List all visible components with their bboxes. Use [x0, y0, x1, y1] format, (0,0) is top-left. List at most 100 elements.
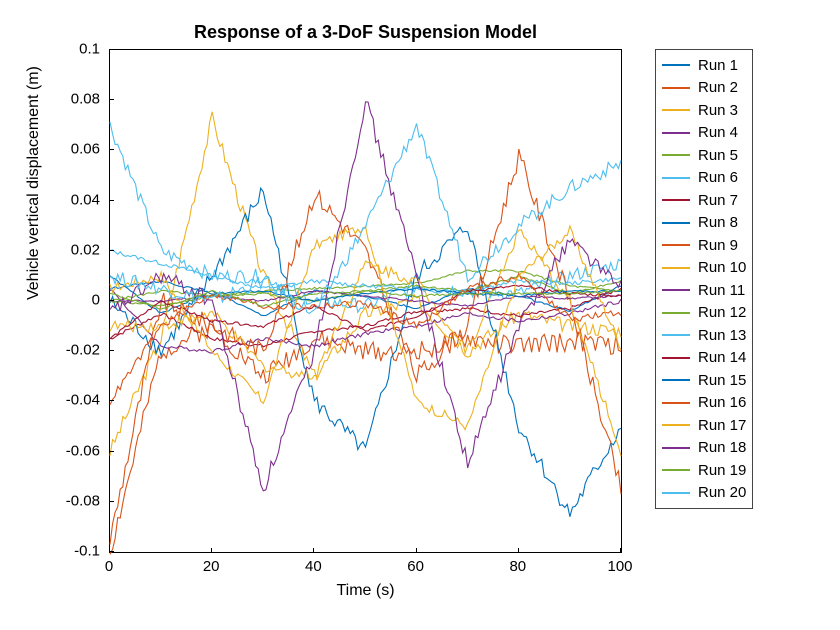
legend-swatch	[662, 132, 690, 134]
legend-swatch	[662, 109, 690, 111]
legend-swatch	[662, 177, 690, 179]
legend-swatch	[662, 334, 690, 336]
x-tick-label: 20	[203, 558, 220, 575]
x-tick-label: 80	[509, 558, 526, 575]
legend-label: Run 9	[698, 237, 738, 254]
legend-item: Run 15	[662, 369, 746, 392]
y-tick	[109, 200, 114, 201]
y-tick	[109, 300, 114, 301]
plot-area	[109, 49, 622, 553]
legend-label: Run 1	[698, 57, 738, 74]
legend-label: Run 14	[698, 349, 746, 366]
legend-label: Run 6	[698, 169, 738, 186]
legend-item: Run 3	[662, 99, 746, 122]
y-tick-label: -0.04	[66, 392, 100, 409]
y-tick	[109, 501, 114, 502]
legend-item: Run 5	[662, 144, 746, 167]
y-tick-label: -0.02	[66, 342, 100, 359]
y-tick-label: 0.04	[71, 191, 100, 208]
x-tick-label: 100	[607, 558, 632, 575]
y-tick-label: -0.06	[66, 442, 100, 459]
y-tick	[109, 49, 114, 50]
chart-figure: Response of a 3-DoF Suspension Model Veh…	[0, 0, 840, 630]
legend-label: Run 20	[698, 484, 746, 501]
chart-title: Response of a 3-DoF Suspension Model	[109, 22, 622, 43]
y-tick	[109, 149, 114, 150]
legend-item: Run 13	[662, 324, 746, 347]
legend-item: Run 2	[662, 77, 746, 100]
legend-item: Run 9	[662, 234, 746, 257]
legend-swatch	[662, 447, 690, 449]
legend: Run 1 Run 2 Run 3 Run 4 Run 5 Run 6 Run 7 Run 8…	[655, 49, 753, 509]
series-line	[110, 226, 621, 430]
legend-item: Run 8	[662, 212, 746, 235]
legend-item: Run 18	[662, 437, 746, 460]
legend-swatch	[662, 199, 690, 201]
legend-swatch	[662, 64, 690, 66]
legend-item: Run 19	[662, 459, 746, 482]
y-tick-label: 0.06	[71, 141, 100, 158]
series-line	[110, 320, 621, 554]
chart-lines	[110, 50, 621, 552]
y-tick-label: 0.1	[79, 41, 100, 58]
legend-item: Run 4	[662, 122, 746, 145]
x-tick	[416, 548, 417, 553]
legend-label: Run 5	[698, 147, 738, 164]
legend-item: Run 10	[662, 257, 746, 280]
x-axis-label: Time (s)	[109, 582, 622, 600]
legend-swatch	[662, 402, 690, 404]
y-tick	[109, 400, 114, 401]
x-tick	[211, 548, 212, 553]
legend-item: Run 17	[662, 414, 746, 437]
legend-swatch	[662, 424, 690, 426]
legend-item: Run 7	[662, 189, 746, 212]
legend-swatch	[662, 289, 690, 291]
x-tick	[518, 548, 519, 553]
legend-swatch	[662, 379, 690, 381]
y-tick	[109, 551, 114, 552]
y-tick-label: 0.08	[71, 91, 100, 108]
legend-label: Run 11	[698, 282, 745, 299]
legend-swatch	[662, 357, 690, 359]
x-tick-label: 60	[407, 558, 424, 575]
legend-label: Run 16	[698, 394, 746, 411]
y-axis-label: Vehicle vertical displacement (m)	[25, 66, 43, 300]
legend-item: Run 12	[662, 302, 746, 325]
y-tick	[109, 350, 114, 351]
legend-label: Run 2	[698, 79, 738, 96]
legend-label: Run 12	[698, 304, 746, 321]
legend-swatch	[662, 312, 690, 314]
x-tick-label: 0	[105, 558, 113, 575]
y-tick	[109, 451, 114, 452]
y-tick	[109, 99, 114, 100]
y-tick-label: -0.08	[66, 492, 100, 509]
legend-label: Run 8	[698, 214, 738, 231]
legend-label: Run 15	[698, 372, 746, 389]
legend-label: Run 18	[698, 439, 746, 456]
x-tick	[313, 548, 314, 553]
x-tick	[620, 548, 621, 553]
legend-swatch	[662, 222, 690, 224]
x-tick-label: 40	[305, 558, 322, 575]
legend-label: Run 3	[698, 102, 738, 119]
legend-item: Run 14	[662, 347, 746, 370]
legend-label: Run 10	[698, 259, 746, 276]
legend-item: Run 16	[662, 392, 746, 415]
legend-label: Run 7	[698, 192, 738, 209]
y-tick-label: 0	[92, 292, 100, 309]
legend-swatch	[662, 267, 690, 269]
series-line	[110, 188, 621, 517]
legend-item: Run 6	[662, 167, 746, 190]
y-tick-label: -0.1	[74, 543, 100, 560]
y-tick-label: 0.02	[71, 241, 100, 258]
legend-item: Run 20	[662, 482, 746, 505]
legend-swatch	[662, 492, 690, 494]
legend-item: Run 11	[662, 279, 746, 302]
y-tick	[109, 250, 114, 251]
legend-item: Run 1	[662, 54, 746, 77]
legend-label: Run 17	[698, 417, 746, 434]
legend-label: Run 4	[698, 124, 738, 141]
legend-swatch	[662, 87, 690, 89]
legend-label: Run 13	[698, 327, 746, 344]
legend-label: Run 19	[698, 462, 746, 479]
